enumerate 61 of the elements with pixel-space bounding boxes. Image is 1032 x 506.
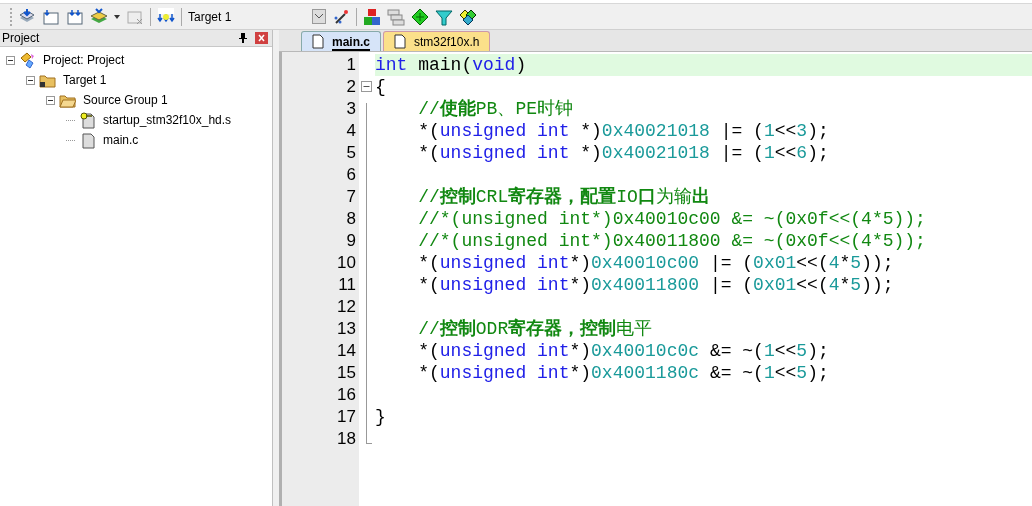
line-number: 13 bbox=[336, 318, 357, 340]
code-line: int main(void) bbox=[375, 54, 527, 76]
line-number: 15 bbox=[336, 362, 357, 384]
tree-item[interactable]: startup_stm32f10x_hd.s bbox=[103, 111, 232, 129]
code-line: *(unsigned int*)0x40010c00 |= (0x01<<(4*5)); bbox=[418, 252, 894, 274]
caret-icon[interactable] bbox=[114, 14, 120, 19]
file-icon bbox=[312, 34, 324, 49]
tree-item[interactable]: main.c bbox=[103, 131, 139, 149]
editor-tab[interactable]: stm32f10x.h bbox=[383, 31, 491, 51]
collapse-icon[interactable] bbox=[46, 95, 55, 105]
line-number: 16 bbox=[336, 384, 357, 406]
code-line: { bbox=[375, 76, 386, 98]
line-number: 18 bbox=[336, 428, 357, 450]
magic-wand-icon[interactable] bbox=[332, 7, 350, 26]
code-line: } bbox=[375, 406, 386, 428]
line-number: 10 bbox=[336, 252, 357, 274]
code-line: *(unsigned int *)0x40021018 |= (1<<6); bbox=[418, 142, 829, 164]
tree-item[interactable]: Target 1 bbox=[63, 71, 107, 89]
code-line: *(unsigned int*)0x40010c0c &= ~(1<<5); bbox=[418, 340, 829, 362]
line-number: 5 bbox=[345, 142, 357, 164]
line-number: 8 bbox=[345, 208, 357, 230]
line-number: 6 bbox=[345, 164, 357, 186]
diamond-icon[interactable] bbox=[411, 7, 429, 26]
code-line: //*(unsigned int*)0x40010c00 &= ~(0x0f<<(4*5)); bbox=[418, 208, 926, 230]
blocks-icon[interactable] bbox=[363, 7, 381, 26]
layers-icon[interactable] bbox=[90, 7, 108, 26]
file-key-icon bbox=[79, 111, 96, 129]
tree-item[interactable]: Project: Project bbox=[43, 51, 125, 69]
file-icon bbox=[394, 34, 406, 49]
code-line: //控制CRL寄存器，配置IO口为输出 bbox=[418, 186, 710, 208]
code-line: *(unsigned int*)0x40011800 |= (0x01<<(4*5)); bbox=[418, 274, 894, 296]
target-dropdown[interactable]: Target 1 bbox=[188, 7, 306, 26]
code-line: //控制ODR寄存器，控制电平 bbox=[418, 318, 653, 340]
editor-tab[interactable]: main.c bbox=[301, 31, 381, 51]
close-icon[interactable] bbox=[255, 32, 268, 44]
pin-icon[interactable] bbox=[239, 33, 247, 43]
code-line: *(unsigned int *)0x40021018 |= (1<<3); bbox=[418, 120, 829, 142]
collapse-icon[interactable] bbox=[361, 81, 372, 92]
panel-title: Project bbox=[2, 30, 40, 47]
funnel-icon[interactable] bbox=[435, 7, 453, 26]
diamonds-icon[interactable] bbox=[459, 7, 477, 26]
line-number: 11 bbox=[337, 274, 357, 296]
caret-icon[interactable] bbox=[315, 14, 323, 19]
line-number: 4 bbox=[345, 120, 357, 142]
line-number: 14 bbox=[336, 340, 357, 362]
line-number: 3 bbox=[345, 98, 357, 120]
line-number: 2 bbox=[345, 76, 357, 98]
code-line: //*(unsigned int*)0x40011800 &= ~(0x0f<<(4*5)); bbox=[418, 230, 926, 252]
collapse-icon[interactable] bbox=[6, 55, 15, 65]
line-number: 1 bbox=[345, 54, 357, 76]
line-number: 17 bbox=[336, 406, 357, 428]
collapse-icon[interactable] bbox=[26, 75, 35, 85]
project-icon bbox=[19, 51, 36, 69]
line-number: 7 bbox=[345, 186, 357, 208]
file-icon bbox=[79, 131, 96, 149]
line-number: 9 bbox=[345, 230, 357, 252]
tree-item[interactable]: Source Group 1 bbox=[83, 91, 168, 109]
code-line: //使能PB、PE时钟 bbox=[418, 98, 574, 120]
line-number: 12 bbox=[336, 296, 357, 318]
code-line: *(unsigned int*)0x4001180c &= ~(1<<5); bbox=[418, 362, 829, 384]
dropdown-button[interactable] bbox=[312, 9, 326, 24]
